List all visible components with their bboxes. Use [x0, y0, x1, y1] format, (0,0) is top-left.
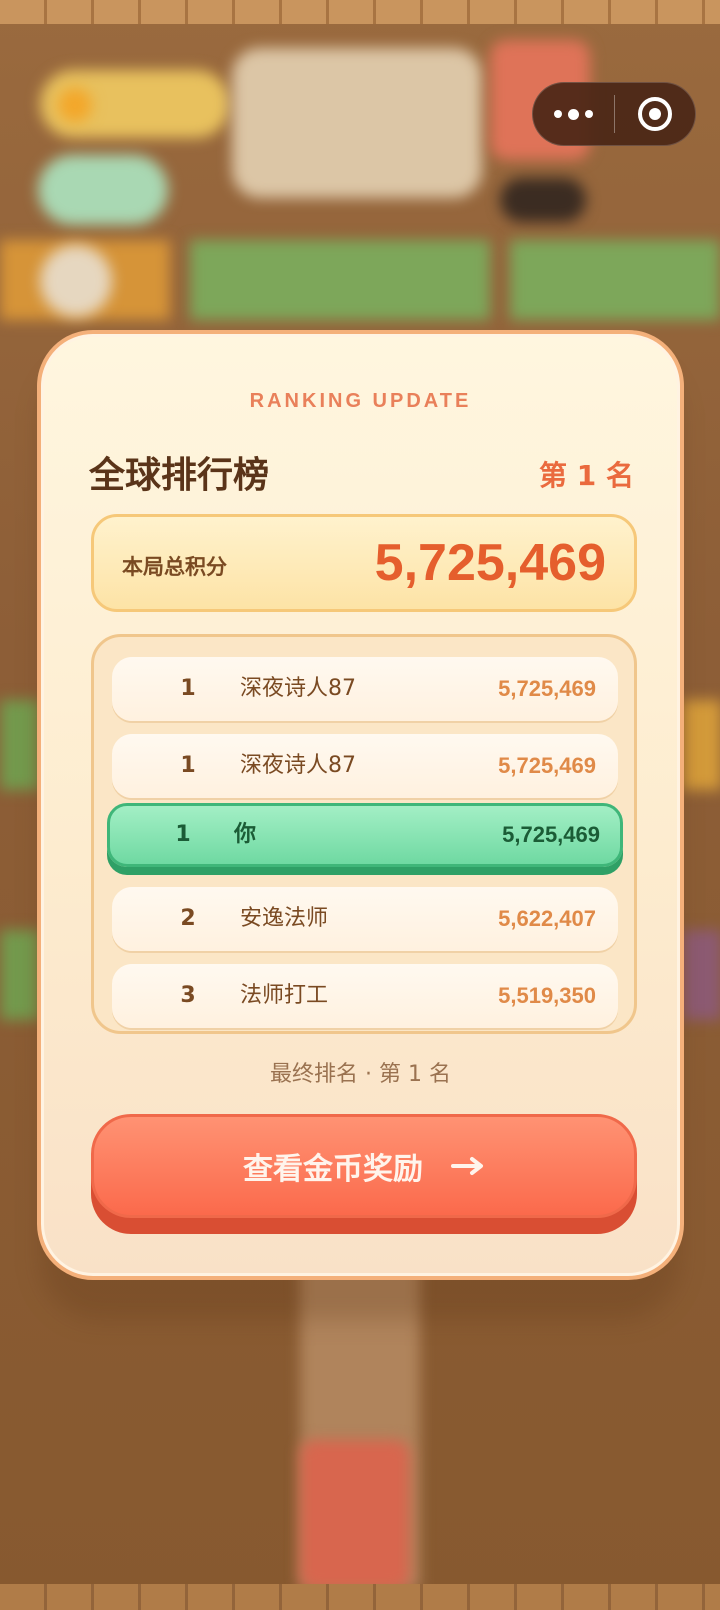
background-cup: [300, 1440, 410, 1590]
total-score-value: 5,725,469: [374, 534, 606, 592]
background-top-strip: [0, 0, 720, 24]
target-close-icon: [637, 97, 672, 131]
final-rank-text: 最终排名 · 第 1 名: [270, 1062, 451, 1087]
background-side-block: [0, 930, 40, 1020]
row-score: 5,519,350: [498, 983, 596, 1008]
background-green-block: [510, 240, 720, 320]
background-score-card: [232, 48, 482, 198]
total-score-label: 本局总积分: [122, 555, 227, 579]
row-rank: 2: [180, 906, 196, 931]
leaderboard-list: 1 深夜诗人87 5,725,469 1 深夜诗人87 5,725,469 1 …: [91, 634, 637, 1034]
row-player-name: 深夜诗人87: [240, 676, 356, 701]
row-rank: 1: [180, 676, 196, 701]
row-rank: 1: [180, 753, 196, 778]
leaderboard-row: 1 深夜诗人87 5,725,469: [112, 657, 618, 721]
row-score: 5,725,469: [502, 822, 600, 847]
row-rank: 3: [180, 983, 196, 1008]
row-player-name: 你: [234, 822, 257, 847]
background-side-block: [0, 700, 40, 790]
background-dark-pill: [500, 178, 586, 222]
miniprogram-capsule: [532, 82, 696, 146]
cta-label: 查看金币奖励: [243, 1152, 423, 1187]
more-button[interactable]: [533, 82, 614, 146]
background-side-block: [682, 700, 720, 790]
leaderboard-row: 1 深夜诗人87 5,725,469: [112, 734, 618, 798]
background-side-block: [682, 930, 720, 1020]
more-dots-icon-right: [584, 110, 593, 118]
leaderboard-row: 3 法师打工 5,519,350: [112, 964, 618, 1028]
view-coin-reward-button[interactable]: 查看金币奖励: [91, 1114, 637, 1218]
row-player-name: 深夜诗人87: [240, 753, 356, 778]
row-player-name: 法师打工: [240, 983, 329, 1008]
more-dots-icon: [553, 110, 562, 118]
row-score: 5,622,407: [498, 906, 596, 931]
close-miniprogram-button[interactable]: [615, 82, 696, 146]
background-avatar: [40, 245, 112, 317]
row-score: 5,725,469: [498, 753, 596, 778]
background-green-pill: [38, 155, 168, 225]
target-close-icon-core: [648, 108, 661, 120]
modal-title: 全球排行榜: [89, 455, 270, 496]
rank-badge: 第 1 名: [539, 459, 634, 492]
background-green-block: [190, 240, 490, 320]
ranking-modal: RANKING UPDATE 全球排行榜 第 1 名 本局总积分 5,725,4…: [37, 330, 684, 1280]
row-player-name: 安逸法师: [240, 906, 329, 931]
leaderboard-row: 2 安逸法师 5,622,407: [112, 887, 618, 951]
row-score: 5,725,469: [498, 676, 596, 701]
more-dots-icon-center: [567, 108, 579, 120]
background-bottom-strip: [0, 1584, 720, 1610]
arrow-right-icon: [451, 1157, 483, 1175]
leaderboard-row-current-player: 1 你 5,725,469: [107, 803, 623, 867]
total-score-box: 本局总积分 5,725,469: [91, 514, 637, 612]
modal-kicker: RANKING UPDATE: [249, 390, 472, 412]
row-rank: 1: [175, 822, 191, 847]
background-coin-icon: [58, 88, 92, 122]
